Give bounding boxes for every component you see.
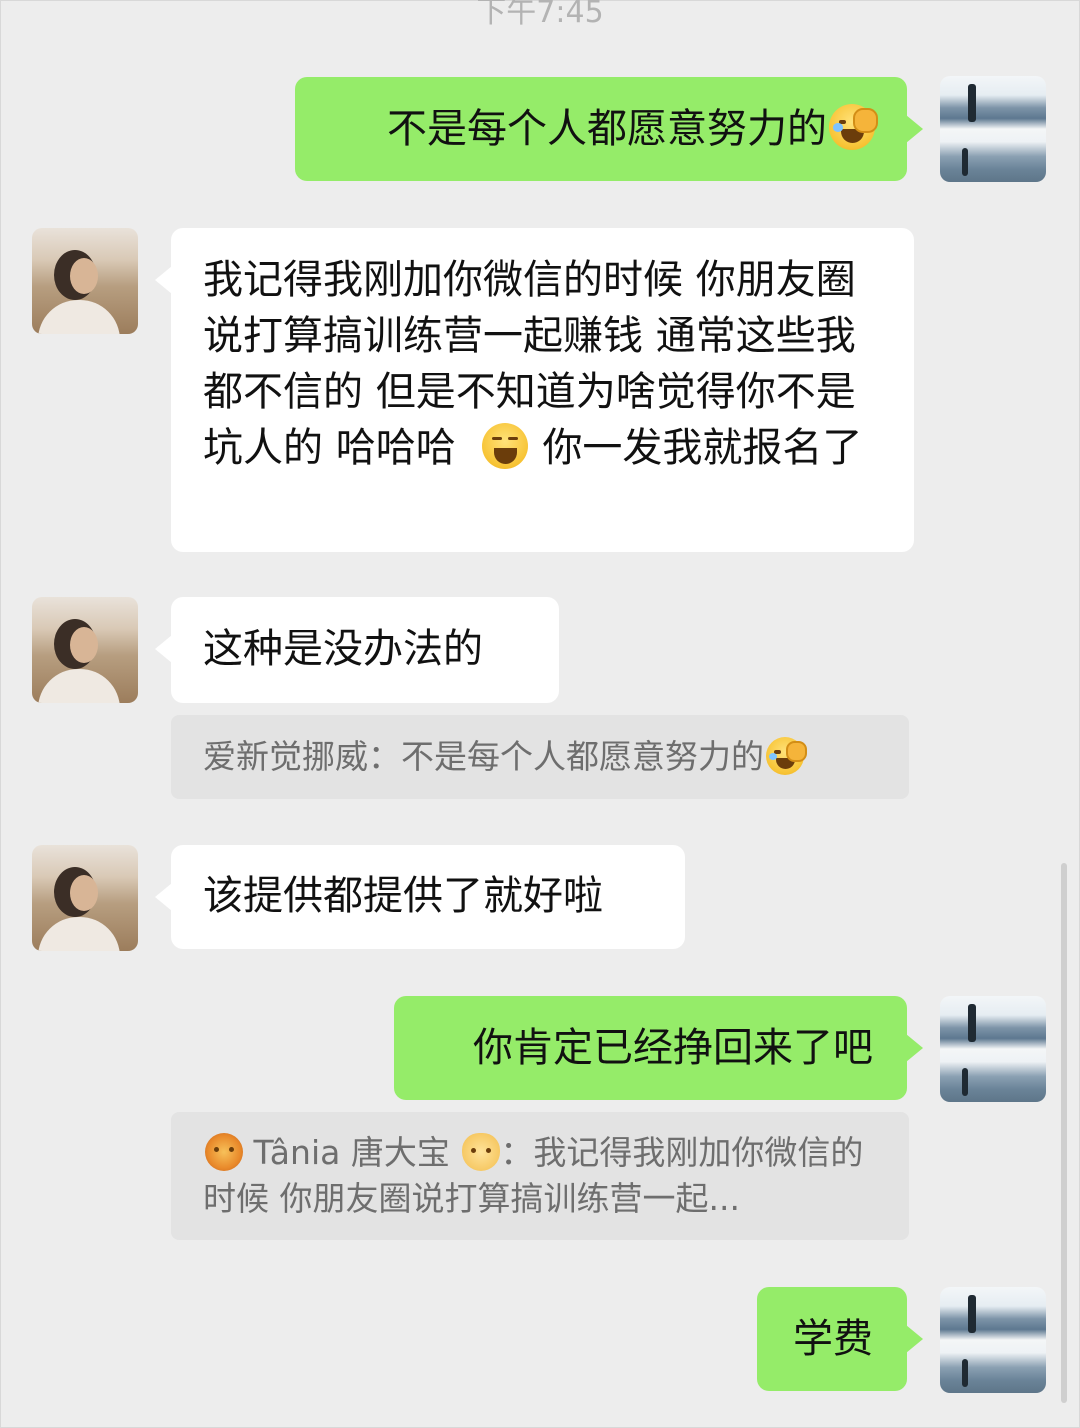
message-bubble-outgoing[interactable]: 学费 bbox=[757, 1287, 923, 1391]
contact-avatar[interactable] bbox=[32, 597, 138, 703]
message-text: 你肯定已经挣回来了吧 bbox=[473, 1025, 873, 1071]
message-bubble-incoming[interactable]: 该提供都提供了就好啦 bbox=[155, 845, 685, 949]
contact-avatar[interactable] bbox=[32, 845, 138, 951]
quote-text: 不是每个人都愿意努力的 bbox=[401, 737, 764, 776]
lion-emoji-icon bbox=[205, 1133, 243, 1171]
chat-window: 下午7:45 不是每个人都愿意努力的 我记得我刚加你微信的时候 你朋友圈说打算搞… bbox=[0, 0, 1080, 1428]
contact-avatar[interactable] bbox=[32, 228, 138, 334]
my-avatar[interactable] bbox=[940, 76, 1046, 182]
quoted-message[interactable]: 爱新觉挪威：不是每个人都愿意努力的 bbox=[171, 715, 909, 799]
message-text: 不是每个人都愿意努力的 bbox=[387, 106, 827, 152]
message-bubble-outgoing[interactable]: 你肯定已经挣回来了吧 bbox=[394, 996, 923, 1100]
my-avatar[interactable] bbox=[940, 996, 1046, 1102]
facepalm-emoji-icon bbox=[766, 737, 807, 775]
message-text: 这种是没办法的 bbox=[203, 626, 483, 672]
message-bubble-incoming[interactable]: 我记得我刚加你微信的时候 你朋友圈说打算搞训练营一起赚钱 通常这些我都不信的 但… bbox=[155, 228, 914, 552]
cat-emoji-icon bbox=[462, 1133, 501, 1171]
message-text: 该提供都提供了就好啦 bbox=[203, 873, 603, 919]
message-bubble-outgoing[interactable]: 不是每个人都愿意努力的 bbox=[295, 77, 923, 181]
my-avatar[interactable] bbox=[940, 1287, 1046, 1393]
laughing-emoji-icon bbox=[482, 423, 529, 469]
message-text: 学费 bbox=[793, 1316, 873, 1362]
facepalm-emoji-icon bbox=[829, 104, 878, 150]
quote-colon: ： bbox=[500, 1133, 534, 1172]
quote-sender: 爱新觉挪威： bbox=[203, 737, 401, 776]
message-timestamp: 下午7:45 bbox=[476, 0, 604, 30]
message-text-continued: 你一发我就报名了 bbox=[542, 425, 863, 471]
quoted-message[interactable]: Tânia 唐大宝 ：我记得我刚加你微信的时候 你朋友圈说打算搞训练营一起... bbox=[171, 1112, 909, 1240]
quote-sender: Tânia 唐大宝 bbox=[253, 1133, 450, 1172]
scrollbar[interactable] bbox=[1061, 863, 1067, 1403]
message-bubble-incoming[interactable]: 这种是没办法的 bbox=[155, 597, 559, 703]
